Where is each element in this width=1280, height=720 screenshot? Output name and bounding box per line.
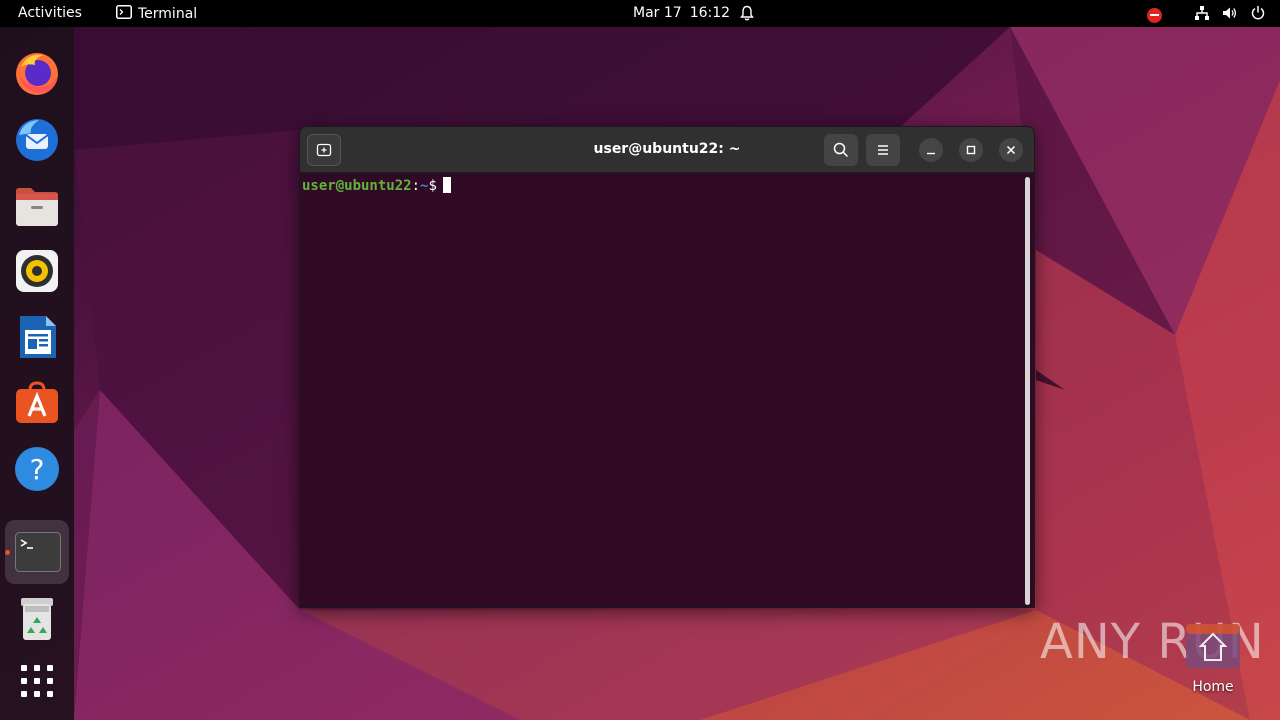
home-folder-label: Home bbox=[1192, 679, 1234, 695]
shell-prompt: user@ubuntu22:~$ bbox=[302, 177, 451, 194]
app-menu-label: Terminal bbox=[138, 6, 198, 22]
svg-text:?: ? bbox=[30, 453, 45, 486]
hamburger-icon bbox=[878, 145, 888, 155]
app-menu[interactable]: Terminal bbox=[116, 5, 197, 23]
show-apps-icon[interactable] bbox=[13, 657, 61, 705]
maximize-icon bbox=[966, 145, 976, 155]
terminal-icon bbox=[15, 532, 61, 572]
maximize-button[interactable] bbox=[959, 138, 983, 162]
prompt-separator: : bbox=[411, 178, 421, 194]
search-button[interactable] bbox=[824, 134, 858, 166]
search-icon bbox=[833, 142, 849, 158]
power-icon bbox=[1250, 5, 1266, 25]
prompt-symbol: $ bbox=[428, 178, 437, 194]
activities-button[interactable]: Activities bbox=[18, 5, 82, 21]
close-button[interactable] bbox=[999, 138, 1023, 162]
scrollbar[interactable] bbox=[1025, 177, 1030, 605]
running-indicator bbox=[5, 550, 10, 555]
top-bar: Activities Terminal Mar 17 16:12 bbox=[0, 0, 1280, 27]
app-center-icon[interactable] bbox=[13, 379, 61, 427]
help-icon[interactable]: ? bbox=[13, 445, 61, 493]
bell-icon[interactable] bbox=[739, 5, 755, 25]
system-status-menu[interactable] bbox=[1147, 5, 1266, 25]
minimize-icon bbox=[927, 152, 935, 155]
dock-terminal-button[interactable] bbox=[5, 520, 69, 584]
terminal-window[interactable]: user@ubuntu22: ~ user@ubuntu22:~$ bbox=[299, 126, 1035, 608]
files-icon[interactable] bbox=[13, 182, 61, 230]
clock[interactable]: Mar 17 16:12 bbox=[633, 5, 730, 21]
firefox-icon[interactable] bbox=[13, 49, 61, 97]
home-folder-icon[interactable] bbox=[1184, 620, 1242, 670]
clock-time: 16:12 bbox=[689, 5, 731, 21]
prompt-user: user@ubuntu22 bbox=[302, 178, 412, 194]
text-cursor bbox=[442, 177, 451, 193]
menu-button[interactable] bbox=[866, 134, 900, 166]
do-not-disturb-icon[interactable] bbox=[1147, 7, 1162, 23]
trash-icon[interactable] bbox=[13, 595, 61, 643]
clock-date: Mar 17 bbox=[633, 5, 682, 21]
dock: ? bbox=[0, 27, 74, 720]
volume-icon bbox=[1222, 5, 1238, 25]
terminal-output[interactable]: user@ubuntu22:~$ bbox=[300, 173, 1034, 607]
minimize-button[interactable] bbox=[919, 138, 943, 162]
terminal-headerbar[interactable]: user@ubuntu22: ~ bbox=[300, 127, 1034, 173]
close-icon bbox=[1006, 145, 1016, 155]
thunderbird-icon[interactable] bbox=[13, 115, 61, 163]
rhythmbox-icon[interactable] bbox=[13, 247, 61, 295]
network-icon bbox=[1194, 5, 1210, 25]
terminal-icon bbox=[116, 5, 132, 23]
libreoffice-writer-icon[interactable] bbox=[13, 313, 61, 361]
